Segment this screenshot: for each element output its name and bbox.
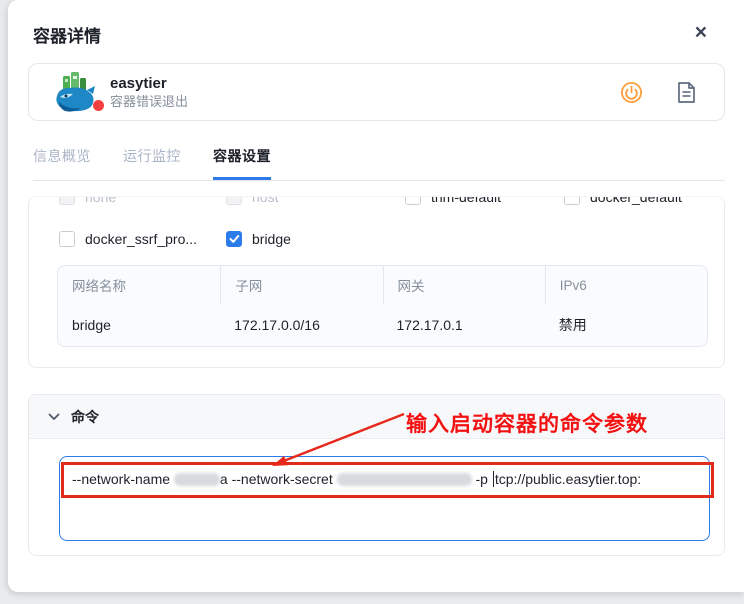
network-settings-card: none host thm-default docker_default docker_… <box>28 196 725 368</box>
command-text-segment: tcp://public.easytier.top: <box>494 471 642 487</box>
close-icon[interactable]: × <box>689 20 713 45</box>
checkbox-icon[interactable] <box>59 231 75 247</box>
network-option-docker_default[interactable]: docker_default <box>564 196 709 205</box>
tab-bar: 信息概览 运行监控 容器设置 <box>33 146 725 180</box>
tab-信息概览[interactable]: 信息概览 <box>33 146 91 180</box>
chevron-down-icon <box>48 413 60 420</box>
modal-header: 容器详情 × <box>33 0 725 48</box>
command-text-segment: --network-name <box>72 471 174 487</box>
container-identity: easytier 容器错误退出 <box>110 75 188 109</box>
redacted-blur <box>173 473 220 486</box>
table-header-cell: 网络名称 <box>72 279 126 294</box>
checkbox-label: none <box>85 196 117 205</box>
page-title: 容器详情 <box>33 27 101 46</box>
network-table: 网络名称 子网 网关 IPv6 bridge 172.17.0.0/16 172.17.0… <box>57 265 708 347</box>
tab-运行监控[interactable]: 运行监控 <box>123 146 181 180</box>
checkbox-icon <box>226 197 242 205</box>
checkbox-checked-icon[interactable] <box>226 231 242 247</box>
table-header-cell: 子网 <box>220 266 382 304</box>
whale-logo-graphic <box>56 72 95 112</box>
network-checkbox-grid: none host thm-default docker_default docker_… <box>59 196 709 247</box>
status-dot <box>93 100 104 111</box>
command-section-title: 命令 <box>71 408 99 425</box>
command-text-segment: a --network-secret <box>219 471 337 487</box>
table-header-cell: 网关 <box>382 266 545 304</box>
container-info-card: easytier 容器错误退出 <box>28 63 725 121</box>
tab-divider <box>33 180 725 181</box>
table-header-cell: IPv6 <box>544 266 707 304</box>
container-detail-modal: 容器详情 × easytier 容器错误退出 信息概览 运行监控 容器设置 no… <box>8 0 744 592</box>
network-option-none: none <box>59 196 226 205</box>
command-section-card: 命令 --network-name a --network-secret -p … <box>28 394 725 556</box>
network-option-docker_ssrf_pro...[interactable]: docker_ssrf_pro... <box>59 231 226 247</box>
network-option-thm-default[interactable]: thm-default <box>405 196 564 205</box>
command-input[interactable]: --network-name a --network-secret -p tcp… <box>59 456 710 541</box>
table-cell: 禁用 <box>558 317 587 333</box>
table-cell: 172.17.0.1 <box>396 317 463 333</box>
container-status-text: 容器错误退出 <box>110 94 189 109</box>
checkbox-label: docker_ssrf_pro... <box>85 231 198 247</box>
command-text-segment: -p <box>471 471 492 487</box>
network-option-bridge[interactable]: bridge <box>226 231 405 247</box>
tab-容器设置[interactable]: 容器设置 <box>213 146 271 180</box>
network-option-host: host <box>226 196 405 205</box>
checkbox-icon[interactable] <box>405 197 421 205</box>
command-section-header[interactable]: 命令 <box>29 395 724 439</box>
table-row: bridge 172.17.0.0/16 172.17.0.1 禁用 <box>58 304 707 346</box>
checkbox-label: host <box>252 196 279 205</box>
checkbox-icon <box>59 197 75 205</box>
checkbox-label: bridge <box>252 231 291 247</box>
container-name: easytier <box>110 75 167 92</box>
log-file-icon[interactable] <box>677 81 696 104</box>
redacted-blur <box>336 473 472 486</box>
text-cursor <box>492 471 494 487</box>
table-cell: bridge <box>72 317 111 333</box>
power-icon[interactable] <box>620 81 643 104</box>
easytier-whale-logo <box>53 70 104 114</box>
table-cell: 172.17.0.0/16 <box>234 317 320 333</box>
checkbox-label: thm-default <box>431 196 502 205</box>
checkbox-label: docker_default <box>590 196 682 205</box>
checkbox-icon[interactable] <box>564 197 580 205</box>
